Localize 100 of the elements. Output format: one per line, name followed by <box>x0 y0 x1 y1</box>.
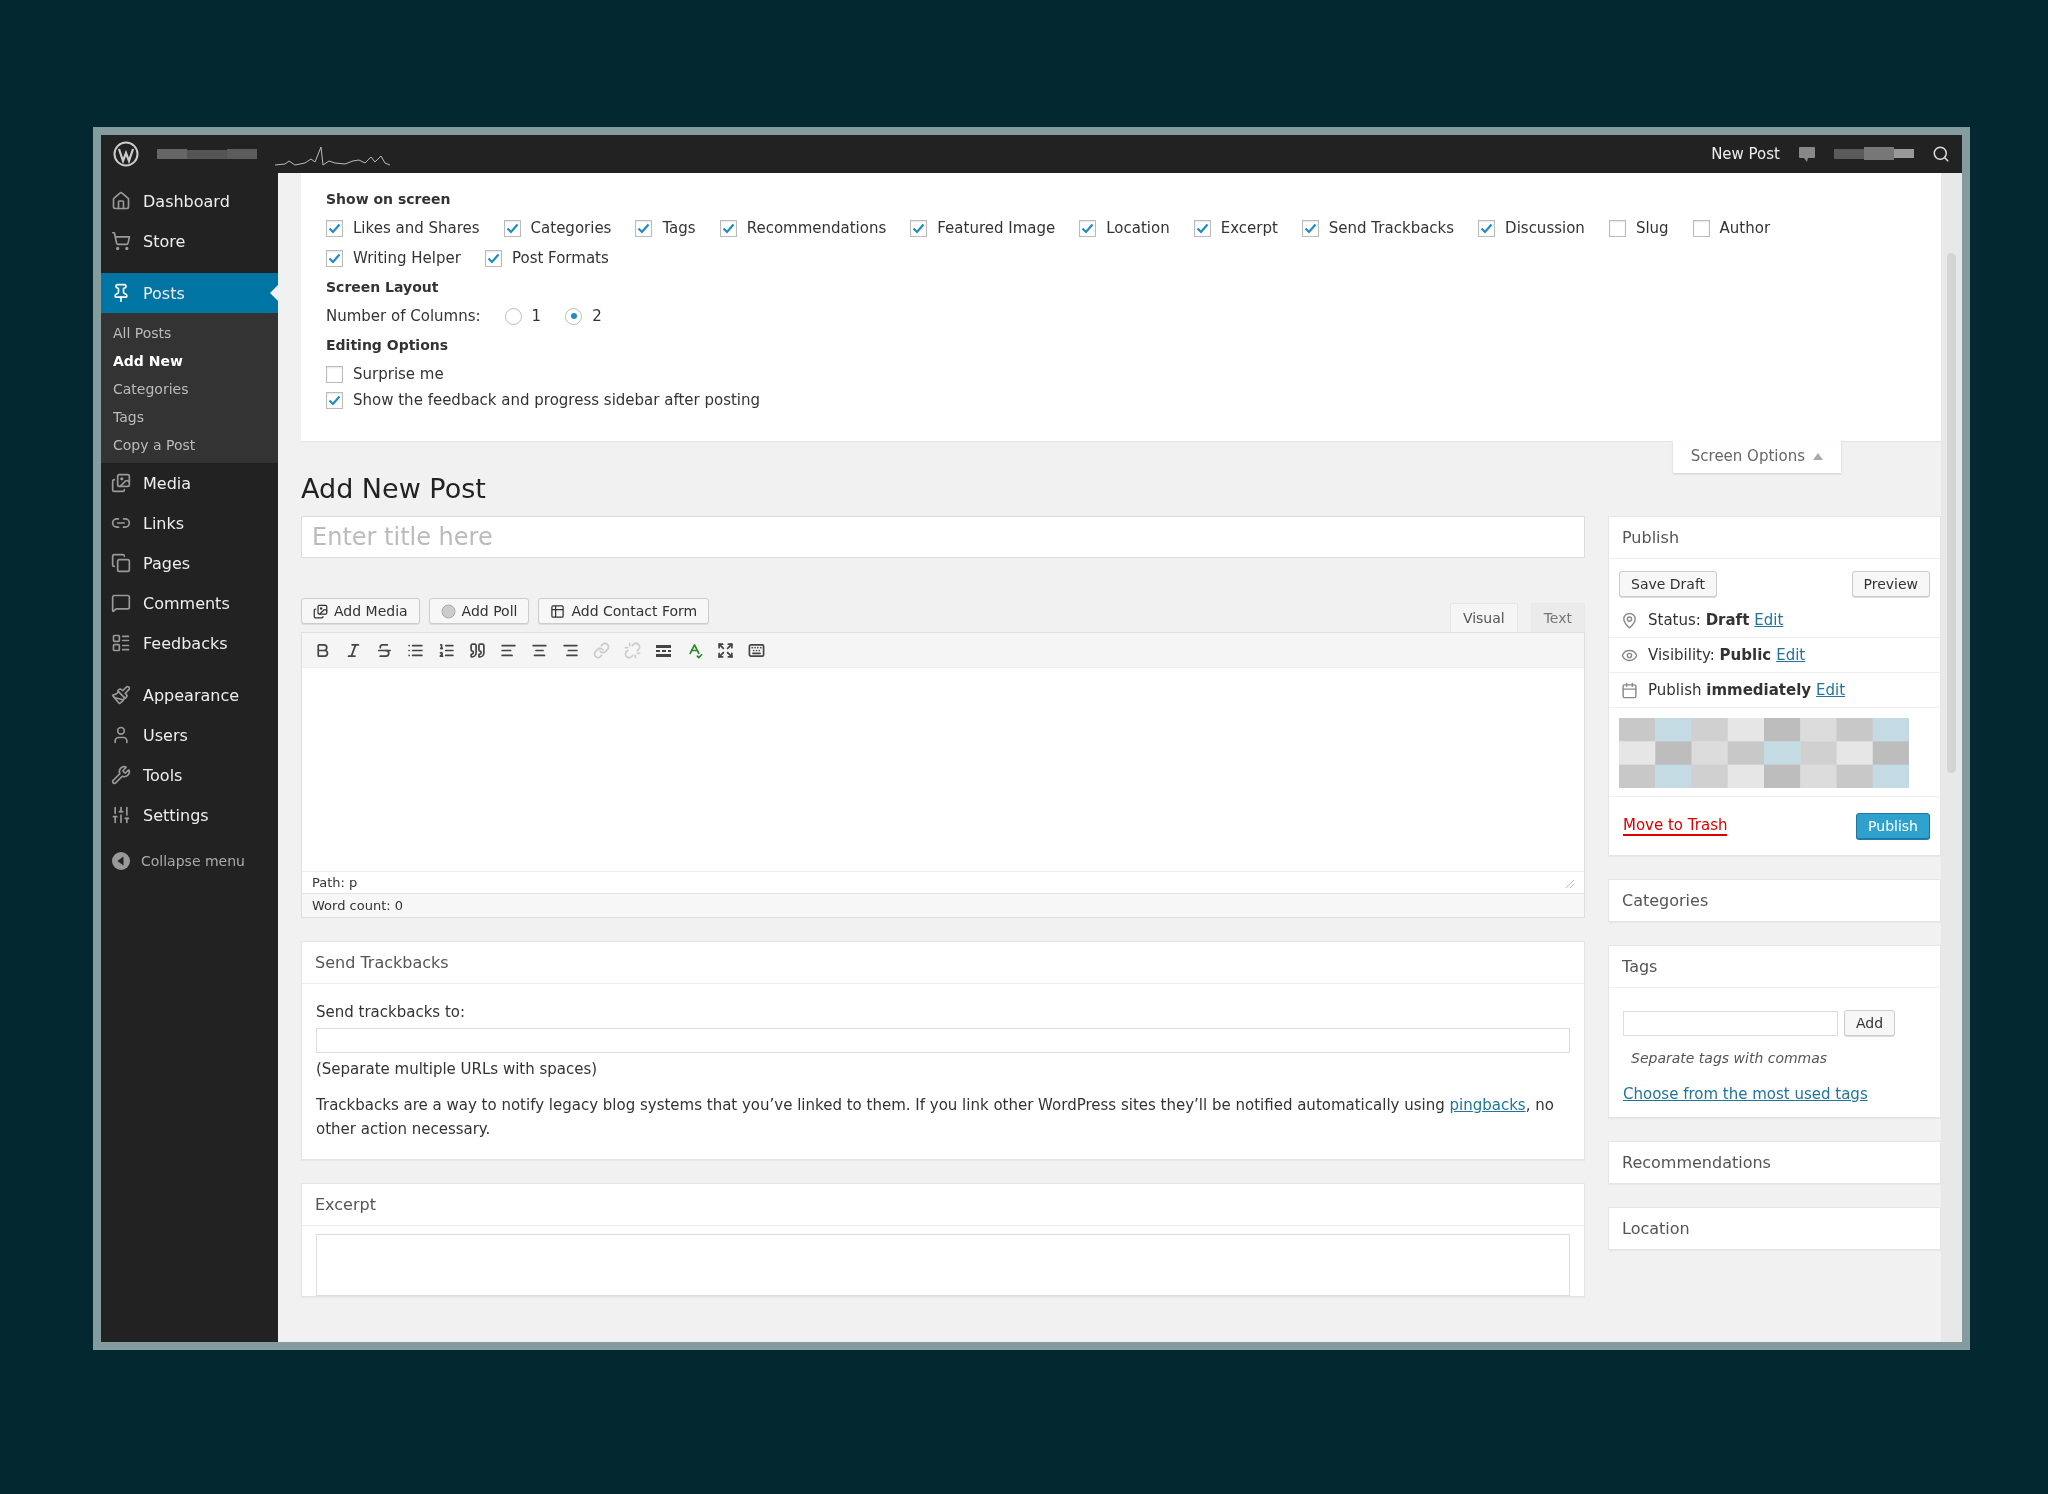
radio-button[interactable] <box>565 307 583 325</box>
checkbox[interactable] <box>326 391 343 409</box>
screen-options-tab[interactable]: Screen Options <box>1672 441 1841 473</box>
resize-handle-icon[interactable] <box>1564 877 1574 888</box>
fullscreen-icon[interactable] <box>717 641 734 659</box>
edit-link[interactable]: Edit <box>1754 611 1784 629</box>
menu-item[interactable]: Media <box>101 463 278 503</box>
quote-icon[interactable] <box>469 641 486 659</box>
hint-text: (Separate multiple URLs with spaces) <box>316 1059 599 1080</box>
checkbox[interactable] <box>1478 219 1496 237</box>
panel-title: Excerpt <box>302 1184 1584 1226</box>
strikethrough-icon[interactable] <box>376 641 393 659</box>
submenu-item[interactable]: Add New <box>101 347 278 375</box>
radio-label: 1 <box>531 307 542 325</box>
menu-item[interactable]: Store <box>101 221 278 261</box>
radio-button[interactable] <box>504 307 522 325</box>
edit-link[interactable]: Edit <box>1816 681 1846 699</box>
menu-item[interactable]: Comments <box>101 583 278 623</box>
menu-item[interactable]: Settings <box>101 795 278 835</box>
checkbox-label: Categories <box>530 219 612 237</box>
logo-icon[interactable] <box>113 141 139 167</box>
checkbox[interactable] <box>1608 219 1626 237</box>
menu-item[interactable]: Users <box>101 715 278 755</box>
checkbox[interactable] <box>326 219 343 237</box>
checkbox-label: Discussion <box>1505 219 1585 237</box>
form-icon <box>111 633 131 653</box>
menu-item[interactable]: Pages <box>101 543 278 583</box>
checkbox[interactable] <box>1692 219 1710 237</box>
panel-title: Tags <box>1609 946 1940 988</box>
checkbox[interactable] <box>719 219 737 237</box>
menu-item[interactable]: Feedbacks <box>101 623 278 663</box>
title-field[interactable]: Enter title here <box>301 516 1585 558</box>
menu-item[interactable]: Tools <box>101 755 278 795</box>
bold-icon[interactable] <box>314 641 331 659</box>
publish-setting: Visibility: Public <box>1648 646 1772 664</box>
circle-icon <box>440 603 456 619</box>
comment-icon[interactable] <box>1798 145 1816 163</box>
submenu-item[interactable]: Tags <box>101 403 278 431</box>
editor[interactable]: Path: p Word count: 0 <box>301 632 1585 918</box>
italic-icon[interactable] <box>345 641 362 659</box>
collapse-menu-link[interactable]: Collapse menu <box>101 847 278 875</box>
media-button[interactable]: Add Media <box>301 598 420 624</box>
search-icon[interactable] <box>1932 145 1950 163</box>
user-icon <box>111 725 131 745</box>
checkbox[interactable] <box>1079 219 1097 237</box>
trackbacks-field[interactable] <box>316 1028 1570 1053</box>
page-title: Add New Post <box>301 473 487 504</box>
word-count: Word count: 0 <box>302 893 1584 917</box>
field-label: Number of Columns: <box>326 307 481 325</box>
keyboard-icon[interactable] <box>748 641 765 659</box>
help-paragraph: Trackbacks are a way to notify legacy blog systems that you’ve linked to them. If you link other WordPress sites they’ll be notified automatically using pingbacks, no other action necessary. <box>316 1095 1555 1140</box>
numbered-list-icon[interactable] <box>438 641 455 659</box>
new-post-link[interactable]: New Post <box>1711 145 1780 163</box>
pingbacks-link[interactable]: pingbacks <box>1449 1096 1526 1114</box>
media-button[interactable]: Add Contact Form <box>538 598 710 624</box>
pin-icon <box>1621 611 1638 629</box>
tag-field[interactable] <box>1623 1010 1838 1036</box>
excerpt-field[interactable] <box>316 1234 1570 1296</box>
move-to-trash-link[interactable]: Move to Trash <box>1623 816 1728 836</box>
checkbox[interactable] <box>326 249 343 267</box>
checkbox-label: Surprise me <box>353 365 444 383</box>
editor-tab[interactable]: Text <box>1530 603 1585 632</box>
scrollbar[interactable] <box>1941 173 1962 1342</box>
save-draft-button[interactable]: Save Draft <box>1619 571 1718 597</box>
spellcheck-icon[interactable] <box>686 641 703 659</box>
submenu-item[interactable]: Categories <box>101 375 278 403</box>
panel-title: Recommendations <box>1621 1152 1772 1174</box>
edit-link[interactable]: Edit <box>1776 646 1806 664</box>
checkbox-label: Location <box>1106 219 1170 237</box>
editor-tab[interactable]: Visual <box>1449 603 1518 632</box>
menu-item[interactable]: Links <box>101 503 278 543</box>
panel-title: Location <box>1621 1218 1691 1240</box>
submenu-item[interactable]: All Posts <box>101 319 278 347</box>
wrench-icon <box>111 765 131 785</box>
menu-item[interactable]: Appearance <box>101 675 278 715</box>
media-button[interactable]: Add Poll <box>428 598 530 624</box>
menu-item[interactable]: Dashboard <box>101 181 278 221</box>
submenu-item[interactable]: Copy a Post <box>101 431 278 459</box>
panel-title: Send Trackbacks <box>302 942 1584 984</box>
checkbox[interactable] <box>1301 219 1319 237</box>
checkbox[interactable] <box>326 365 343 383</box>
checkbox[interactable] <box>1193 219 1211 237</box>
pages-icon <box>111 553 131 573</box>
checkbox[interactable] <box>910 219 928 237</box>
preview-button[interactable]: Preview <box>1851 571 1930 597</box>
collapse-icon <box>111 851 131 871</box>
checkbox-label: Slug <box>1635 219 1669 237</box>
section-heading: Show on screen <box>326 191 452 207</box>
most-used-tags-link[interactable]: Choose from the most used tags <box>1623 1085 1868 1103</box>
checkbox-label: Send Trackbacks <box>1328 219 1455 237</box>
radio-label: 2 <box>592 307 602 325</box>
home-icon <box>111 191 131 211</box>
checkbox[interactable] <box>484 249 502 267</box>
checkbox-label: Likes and Shares <box>353 219 480 237</box>
checkbox[interactable] <box>635 219 653 237</box>
menu-item[interactable]: Posts <box>101 273 278 313</box>
publish-setting: Status: Draft <box>1648 611 1750 629</box>
checkbox[interactable] <box>503 219 521 237</box>
section-heading: Screen Layout <box>326 279 440 295</box>
add-button[interactable]: Add <box>1844 1010 1896 1036</box>
